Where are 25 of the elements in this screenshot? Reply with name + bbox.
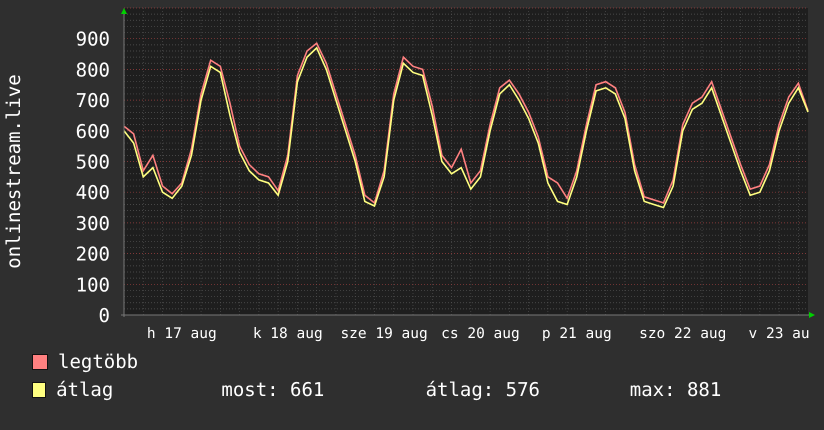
- legend-swatch: [32, 382, 46, 398]
- y-axis-title: onlinestream.live: [3, 74, 25, 269]
- y-tick-label: 400: [76, 182, 110, 204]
- legend-stat: átlag: 576: [426, 379, 541, 401]
- x-tick-label: p 21 aug: [542, 326, 612, 342]
- y-tick-label: 200: [76, 244, 110, 266]
- x-tick-label: v 23 au: [748, 326, 810, 342]
- x-tick-label: h 17 aug: [146, 326, 217, 342]
- y-tick-label: 100: [76, 274, 110, 296]
- legend-stat: max: 881: [630, 379, 722, 401]
- y-tick-label: 500: [76, 152, 110, 174]
- y-tick-label: 300: [76, 212, 110, 235]
- y-tick-label: 700: [76, 90, 110, 112]
- x-tick-label: szo 22 aug: [639, 326, 726, 342]
- y-tick-label: 800: [76, 59, 110, 82]
- x-tick-label: k 18 aug: [252, 326, 323, 342]
- legend-stat: most: 661: [221, 379, 326, 401]
- legend-label: legtöbb: [58, 351, 140, 373]
- x-tick-label: sze 19 aug: [340, 326, 428, 342]
- y-tick-label: 0: [98, 305, 110, 327]
- legend-swatch: [32, 354, 48, 370]
- x-tick-label: cs 20 aug: [441, 326, 520, 342]
- legend-label: átlag: [56, 379, 114, 401]
- y-tick-label: 600: [76, 120, 110, 143]
- y-tick-label: 900: [76, 28, 110, 51]
